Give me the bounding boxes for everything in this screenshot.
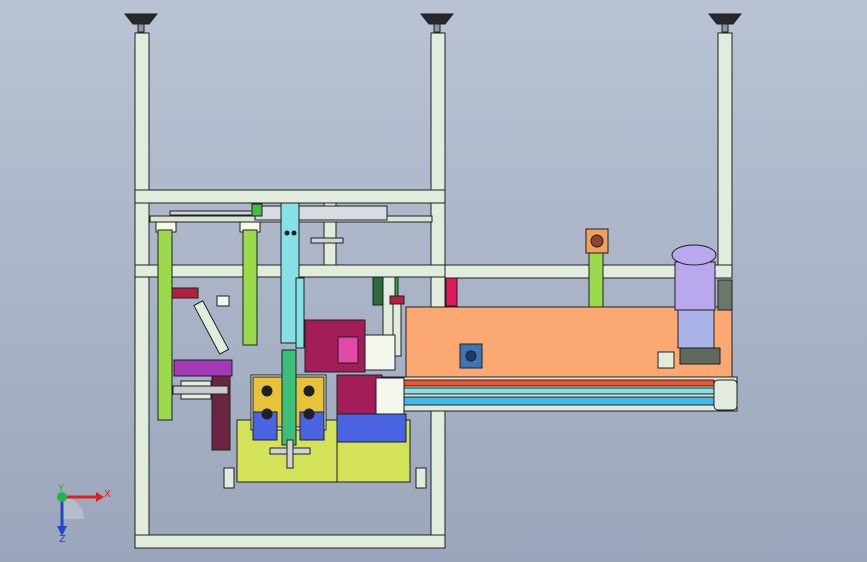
triad-y-label: Y <box>57 483 65 494</box>
cad-viewport[interactable]: X Y Z <box>0 0 867 562</box>
coordinate-triad: X Y Z <box>57 483 111 545</box>
triad-x-label: X <box>104 489 111 500</box>
triad-z-label: Z <box>59 534 66 545</box>
triad-x-arrow <box>96 492 104 502</box>
